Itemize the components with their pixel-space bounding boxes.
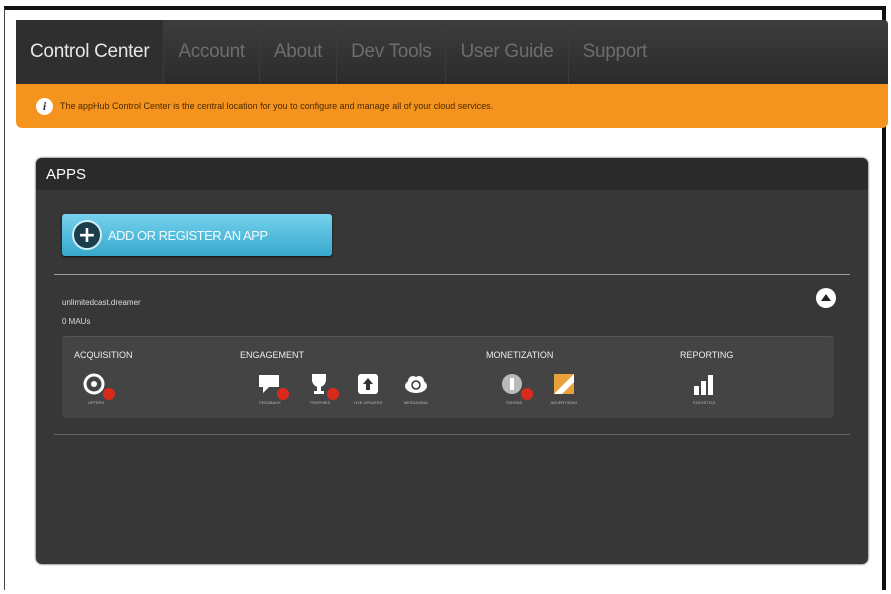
nav-account[interactable]: Account	[164, 20, 260, 84]
cloud-icon	[403, 372, 429, 396]
service-advertising[interactable]: ADVERTISING	[544, 372, 584, 405]
category-reporting: REPORTING	[680, 350, 734, 360]
top-nav: Control Center Account About Dev Tools U…	[16, 20, 888, 84]
collapse-icon[interactable]	[816, 288, 836, 308]
advertising-icon	[551, 372, 577, 396]
apps-panel-title: APPS	[36, 158, 868, 190]
bar-chart-icon	[691, 372, 717, 396]
nav-about[interactable]: About	[260, 20, 338, 84]
category-engagement: ENGAGEMENT	[240, 350, 305, 360]
category-acquisition: ACQUISITION	[74, 350, 133, 360]
service-statistics[interactable]: STATISTICS	[684, 372, 724, 405]
service-offers[interactable]: OFFERS	[76, 372, 116, 405]
nav-control-center[interactable]: Control Center	[16, 20, 165, 84]
service-feedback[interactable]: FEEDBACK	[250, 372, 290, 405]
services-box: ACQUISITION ENGAGEMENT MONETIZATION REPO…	[62, 336, 834, 418]
token-icon	[501, 372, 533, 400]
service-live-updates[interactable]: LIVE UPDATES	[348, 372, 388, 405]
offers-icon	[83, 372, 115, 400]
add-app-button[interactable]: + ADD OR REGISTER AN APP	[62, 214, 332, 256]
nav-dev-tools[interactable]: Dev Tools	[337, 20, 447, 84]
app-name[interactable]: unlimitedcast.dreamer	[62, 298, 141, 307]
plus-icon: +	[72, 220, 102, 250]
service-messaging[interactable]: MESSAGING	[396, 372, 436, 405]
divider-bottom	[54, 434, 850, 435]
trophy-icon	[307, 372, 339, 400]
info-banner: i The appHub Control Center is the centr…	[16, 84, 888, 128]
category-monetization: MONETIZATION	[486, 350, 554, 360]
add-app-button-label: ADD OR REGISTER AN APP	[108, 227, 268, 243]
nav-support[interactable]: Support	[569, 20, 661, 84]
divider-top	[54, 274, 850, 275]
feedback-icon	[257, 372, 289, 400]
updates-icon	[355, 372, 381, 396]
nav-user-guide[interactable]: User Guide	[446, 20, 569, 84]
service-trophies[interactable]: TROPHIES	[300, 372, 340, 405]
service-tokens[interactable]: TOKENS	[494, 372, 534, 405]
info-icon: i	[36, 97, 53, 115]
app-mau-count: 0 MAUs	[62, 317, 91, 326]
banner-text: The appHub Control Center is the central…	[60, 101, 494, 111]
apps-panel: APPS + ADD OR REGISTER AN APP unlimitedc…	[36, 158, 868, 564]
